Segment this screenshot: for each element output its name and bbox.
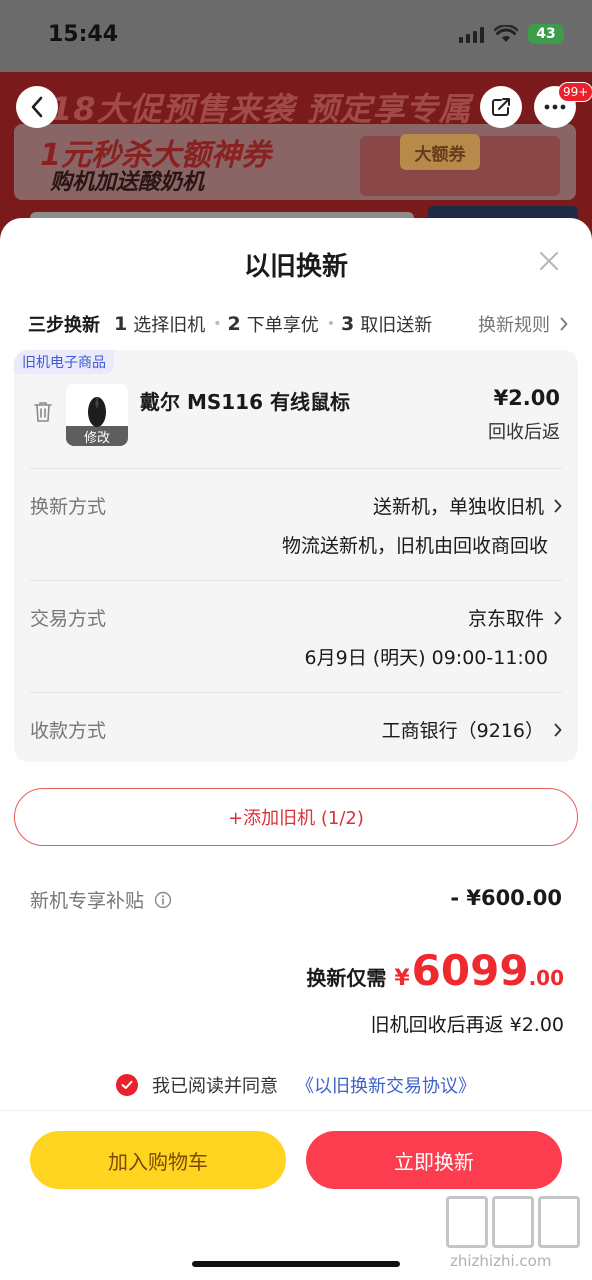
payment-method-text: 工商银行（9216） <box>381 720 544 742</box>
subsidy-label-text: 新机专享补贴 <box>30 890 145 912</box>
step-number: 2 <box>227 313 241 336</box>
share-button[interactable] <box>480 86 522 128</box>
chevron-right-icon <box>554 499 562 512</box>
agreement-link[interactable]: 《以旧换新交易协议》 <box>296 1072 476 1098</box>
total-integer: 6099 <box>411 946 529 995</box>
agreement-checkbox[interactable] <box>116 1074 138 1096</box>
exchange-method-text: 送新机，单独收旧机 <box>372 496 544 518</box>
exchange-method-detail: 物流送新机，旧机由回收商回收 <box>281 535 548 557</box>
sheet-title: 以旧换新 <box>243 252 348 282</box>
product-price: ¥2.00 <box>493 386 560 410</box>
total-price: 换新仅需 ¥ 6099 .00 <box>306 946 564 995</box>
wifi-icon <box>494 25 518 42</box>
payment-method-label: 收款方式 <box>30 720 107 742</box>
more-icon <box>544 104 566 110</box>
watermark-glyphs <box>446 1196 584 1248</box>
subsidy-label: 新机专享补贴 <box>30 886 172 913</box>
pickup-time: 6月9日 (明天) 09:00-11:00 <box>304 647 548 669</box>
check-icon <box>121 1080 133 1089</box>
transaction-method-value[interactable]: 京东取件 <box>468 604 562 631</box>
status-icons: 43 <box>459 24 564 44</box>
exchange-method-label: 换新方式 <box>30 496 107 518</box>
step-label: 选择旧机 <box>133 315 206 336</box>
price-note: 回收后返 <box>488 422 560 443</box>
coupon-label: 大额券 <box>400 134 480 170</box>
step-3: 3 取旧送新 <box>341 311 432 337</box>
trade-in-steps: 三步换新 1 选择旧机 • 2 下单享优 • 3 取旧送新 换新规则 <box>28 310 568 338</box>
status-bar: 15:44 43 <box>0 0 592 72</box>
total-decimal: .00 <box>528 966 564 990</box>
chevron-right-icon <box>554 611 562 624</box>
step-1: 1 选择旧机 <box>114 311 205 337</box>
battery-icon: 43 <box>528 24 564 44</box>
category-tag: 旧机电子商品 <box>14 350 114 374</box>
add-to-cart-button[interactable]: 加入购物车 <box>30 1131 286 1189</box>
agreement-text: 我已阅读并同意 <box>152 1076 278 1097</box>
step-separator: • <box>213 316 222 332</box>
trade-in-now-button[interactable]: 立即换新 <box>306 1131 562 1189</box>
watermark-logo: zhizhizhi.com <box>446 1196 584 1276</box>
watermark-text: zhizhizhi.com <box>450 1252 552 1270</box>
exchange-method-value[interactable]: 送新机，单独收旧机 <box>373 492 562 519</box>
chevron-left-icon <box>31 96 43 118</box>
close-icon[interactable] <box>536 248 562 274</box>
notification-badge: 99+ <box>558 82 592 102</box>
signal-icon <box>459 25 484 43</box>
step-label: 下单享优 <box>246 315 319 336</box>
agreement-row: 我已阅读并同意 《以旧换新交易协议》 <box>0 1072 592 1098</box>
product-image[interactable]: 修改 <box>66 384 128 446</box>
home-indicator[interactable] <box>192 1261 400 1267</box>
share-icon <box>492 98 510 116</box>
rules-label: 换新规则 <box>478 315 550 336</box>
transaction-method-label: 交易方式 <box>30 608 107 630</box>
trash-icon[interactable] <box>32 400 54 424</box>
step-number: 3 <box>341 313 355 336</box>
step-number: 1 <box>114 313 128 336</box>
payment-method-value[interactable]: 工商银行（9216） <box>382 716 562 743</box>
divider <box>30 692 562 693</box>
subsidy-value: - ¥600.00 <box>450 886 562 910</box>
chevron-right-icon <box>554 723 562 736</box>
rules-link[interactable]: 换新规则 <box>478 311 568 337</box>
back-button[interactable] <box>16 86 58 128</box>
modify-button[interactable]: 修改 <box>66 426 128 446</box>
refund-note: 旧机回收后再返 ¥2.00 <box>370 1014 564 1036</box>
steps-title: 三步换新 <box>28 315 100 336</box>
transaction-method-text: 京东取件 <box>467 608 544 630</box>
divider <box>30 580 562 581</box>
total-currency: ¥ <box>394 966 410 991</box>
product-name: 戴尔 MS116 有线鼠标 <box>140 390 350 414</box>
status-time: 15:44 <box>48 22 119 47</box>
promo-subline: 购机加送酸奶机 <box>50 170 205 195</box>
step-label: 取旧送新 <box>360 315 433 336</box>
battery-level: 43 <box>536 26 556 42</box>
step-separator: • <box>326 316 335 332</box>
info-icon[interactable] <box>154 891 172 909</box>
divider <box>30 468 562 469</box>
chevron-right-icon <box>560 317 568 331</box>
add-old-device-button[interactable]: +添加旧机 (1/2) <box>14 788 578 846</box>
old-device-card: 旧机电子商品 修改 戴尔 MS116 有线鼠标 ¥2.00 回收后返 换新方式 … <box>14 350 578 762</box>
step-2: 2 下单享优 <box>228 311 319 337</box>
trade-in-sheet: 以旧换新 三步换新 1 选择旧机 • 2 下单享优 • 3 取旧送新 换新规则 … <box>0 218 592 1280</box>
total-label: 换新仅需 <box>306 966 387 990</box>
